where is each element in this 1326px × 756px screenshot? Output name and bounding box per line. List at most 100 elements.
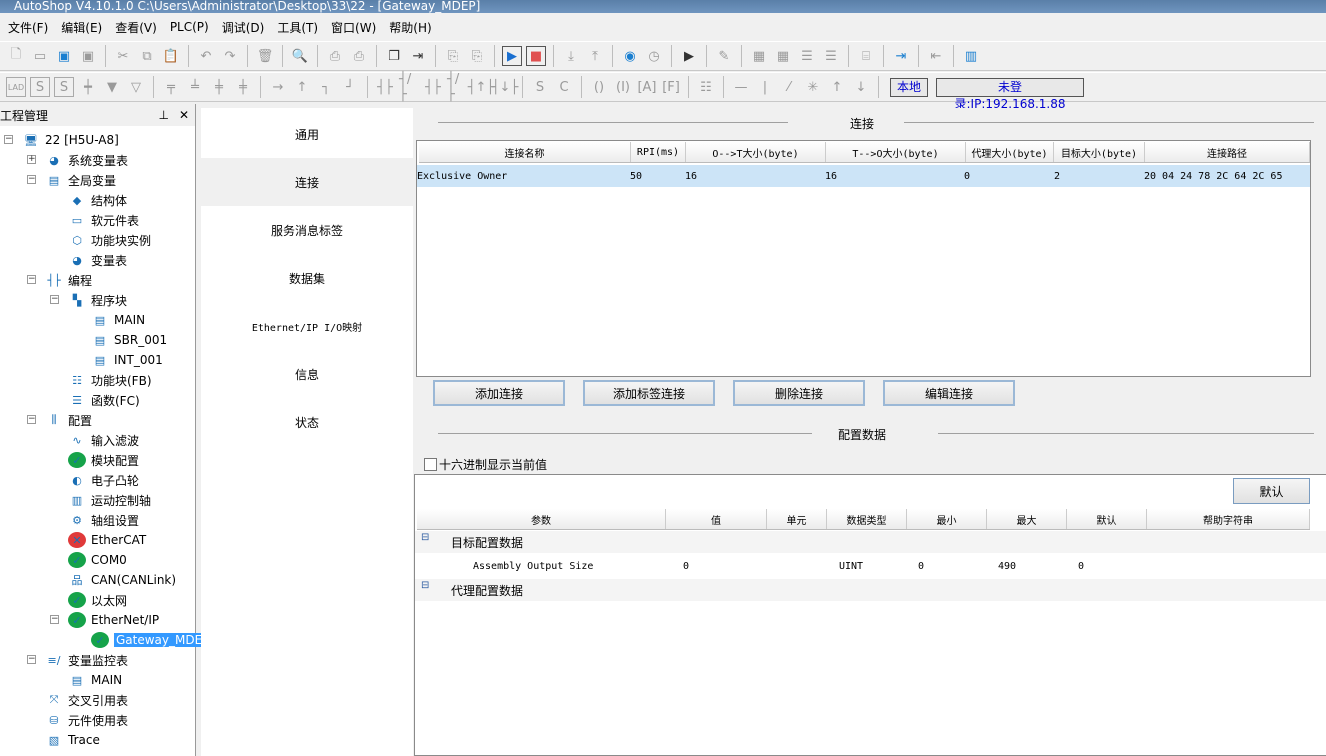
col-value[interactable]: 值	[666, 509, 767, 529]
nav-io-mapping[interactable]: Ethernet/IP I/O映射	[201, 302, 413, 350]
branch-b-icon[interactable]: ╧	[185, 77, 205, 97]
nav-connection[interactable]: 连接	[201, 158, 413, 206]
module-icon[interactable]: ▥	[961, 46, 981, 66]
cut-icon[interactable]: ✂	[113, 46, 133, 66]
col-proxy-size[interactable]: 代理大小(byte)	[966, 142, 1054, 162]
tree-item[interactable]: ◐ 电子凸轮	[68, 470, 139, 490]
run-edit-icon[interactable]: ▶	[679, 46, 699, 66]
tree-item[interactable]: ☷ 功能块(FB)	[68, 370, 151, 390]
lad-icon[interactable]: LAD	[6, 77, 26, 97]
arrow-down-filled-icon[interactable]: ▼	[102, 77, 122, 97]
tool-b-icon[interactable]: ▦	[773, 46, 793, 66]
timing-icon[interactable]: ◷	[644, 46, 664, 66]
collapse-icon[interactable]: −	[50, 295, 59, 304]
menu-tools[interactable]: 工具(T)	[277, 19, 318, 36]
close-icon[interactable]: ✕	[179, 108, 189, 122]
compile-icon[interactable]: ⎘	[443, 46, 463, 66]
contact-no-icon[interactable]: ┤├	[375, 77, 395, 97]
cell-value[interactable]: 0	[683, 561, 689, 572]
menu-plc[interactable]: PLC(P)	[170, 20, 209, 34]
collapse-icon[interactable]: −	[27, 275, 36, 284]
default-button[interactable]: 默认	[1233, 478, 1310, 504]
tree-item[interactable]: ▤ SBR_001	[91, 330, 167, 350]
coil-inv-icon[interactable]: (I)	[613, 77, 633, 97]
redo-icon[interactable]: ↷	[220, 46, 240, 66]
tree-item[interactable]: + ◕ 系统变量表	[27, 150, 128, 170]
tree-item[interactable]: ✓ COM0	[68, 550, 127, 570]
tree-item[interactable]: − ┤├ 编程	[27, 270, 92, 290]
col-connection-name[interactable]: 连接名称	[419, 142, 631, 162]
col-unit[interactable]: 单元	[767, 509, 827, 529]
new-file-icon[interactable]: 🗋	[6, 46, 26, 66]
tree-item[interactable]: − 🖥 22 [H5U-A8]	[4, 130, 119, 150]
menu-help[interactable]: 帮助(H)	[389, 19, 431, 36]
edit-icon[interactable]: ✎	[714, 46, 734, 66]
branch-c-icon[interactable]: ╪	[209, 77, 229, 97]
col-default[interactable]: 默认	[1067, 509, 1147, 529]
compile-all-icon[interactable]: ⎘	[467, 46, 487, 66]
tree-item[interactable]: ⛁ 元件使用表	[45, 710, 128, 730]
tree-item[interactable]: ▤ MAIN	[68, 670, 122, 690]
tree-item[interactable]: ∿ 输入滤波	[68, 430, 139, 450]
tree-item[interactable]: 品 CAN(CANLink)	[68, 570, 177, 590]
contact-c-icon[interactable]: ┤├	[423, 77, 443, 97]
down-icon[interactable]: ↓	[851, 77, 871, 97]
col-max[interactable]: 最大	[987, 509, 1067, 529]
collapse-icon[interactable]: −	[4, 135, 13, 144]
menu-debug[interactable]: 调试(D)	[222, 19, 265, 36]
nav-info[interactable]: 信息	[201, 350, 413, 398]
edit-connection-button[interactable]: 编辑连接	[883, 380, 1015, 406]
func-a-icon[interactable]: [A]	[637, 77, 657, 97]
sfc-icon[interactable]: S	[30, 77, 50, 97]
vline-icon[interactable]: ↑	[292, 77, 312, 97]
col-rpi[interactable]: RPI(ms)	[631, 142, 686, 162]
counter-icon[interactable]: C	[554, 77, 574, 97]
tree-item[interactable]: − ✓ EtherNet/IP	[50, 610, 159, 630]
tree-item[interactable]: ⚙ 轴组设置	[68, 510, 139, 530]
add-connection-button[interactable]: 添加连接	[433, 380, 565, 406]
delete-icon[interactable]: 🗑	[255, 46, 275, 66]
pin-icon[interactable]: ⊥	[158, 108, 168, 122]
menu-file[interactable]: 文件(F)	[8, 19, 48, 36]
nav-general[interactable]: 通用	[201, 110, 413, 158]
tree-item[interactable]: ✓ Gateway_MDEP	[91, 630, 212, 650]
save-icon[interactable]: ▣	[54, 46, 74, 66]
tree-item[interactable]: ▧ Trace	[45, 730, 100, 750]
tree-item[interactable]: ✓ 模块配置	[68, 450, 139, 470]
col-ot-size[interactable]: O-->T大小(byte)	[686, 142, 826, 162]
print-preview-icon[interactable]: ⎙	[325, 46, 345, 66]
vline2-icon[interactable]: |	[755, 77, 775, 97]
tree-item[interactable]: ✕ EtherCAT	[68, 530, 146, 550]
tree-item[interactable]: ☰ 函数(FC)	[68, 390, 140, 410]
tree-item[interactable]: ◆ 结构体	[68, 190, 127, 210]
collapse-icon[interactable]: −	[27, 415, 36, 424]
func-f-icon[interactable]: [F]	[661, 77, 681, 97]
tree-item[interactable]: ⬡ 功能块实例	[68, 230, 151, 250]
up-icon[interactable]: ↑	[827, 77, 847, 97]
branch-d-icon[interactable]: ╪	[233, 77, 253, 97]
arrow-down-icon[interactable]: ▽	[126, 77, 146, 97]
add-tag-connection-button[interactable]: 添加标签连接	[583, 380, 715, 406]
col-to-size[interactable]: T-->O大小(byte)	[826, 142, 966, 162]
contact-d-icon[interactable]: ┤/├	[447, 72, 467, 102]
collapse-icon[interactable]: −	[27, 175, 36, 184]
tool-a-icon[interactable]: ▦	[749, 46, 769, 66]
corner-a-icon[interactable]: ┐	[316, 77, 336, 97]
nav-dataset[interactable]: 数据集	[201, 254, 413, 302]
checkbox-box[interactable]	[424, 458, 437, 471]
tree-item[interactable]: ⤧ 交叉引用表	[45, 690, 128, 710]
star-icon[interactable]: ✳	[803, 77, 823, 97]
logout-icon[interactable]: ⇤	[926, 46, 946, 66]
col-path[interactable]: 连接路径	[1145, 142, 1310, 162]
table-row[interactable]: Exclusive Owner 50 16 16 0 2 20 04 24 78…	[417, 165, 1310, 187]
download-icon[interactable]: ⤓	[561, 46, 581, 66]
tree-item[interactable]: ◕ 变量表	[68, 250, 127, 270]
contact-fall-icon[interactable]: ┤↓├	[492, 77, 519, 97]
slash-icon[interactable]: ⁄	[779, 77, 799, 97]
corner-b-icon[interactable]: ┘	[340, 77, 360, 97]
delete-connection-button[interactable]: 删除连接	[733, 380, 865, 406]
tree-item[interactable]: ✓ 以太网	[68, 590, 127, 610]
print-icon[interactable]: ⎙	[349, 46, 369, 66]
tree-item[interactable]: ▭ 软元件表	[68, 210, 139, 230]
contact-nc-icon[interactable]: ┤/├	[399, 72, 419, 102]
